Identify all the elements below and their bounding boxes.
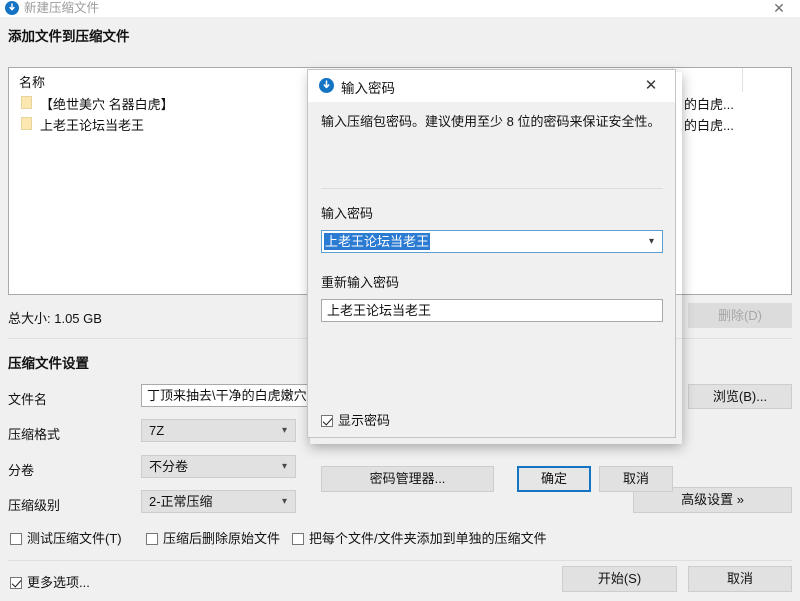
dialog-title-bar: 输入密码 ✕ [308, 70, 675, 102]
dialog-title: 输入密码 [341, 81, 395, 96]
archive-arrow-icon [319, 78, 334, 93]
volume-select-value: 不分卷 [149, 459, 189, 474]
title-bar: 新建压缩文件 ✕ [0, 0, 800, 18]
delete-button: 删除(D) [688, 303, 792, 328]
password-dialog: 输入密码 ✕ 输入压缩包密码。建议使用至少 8 位的密码来保证安全性。 输入密码… [307, 69, 676, 492]
column-header-name[interactable]: 名称 [19, 72, 45, 91]
chevron-down-icon: ▾ [281, 461, 287, 472]
filename-label: 文件名 [8, 392, 48, 407]
more-options-checkbox[interactable]: 更多选项... [10, 572, 90, 591]
file-name: 【绝世美穴 名器白虎】 [40, 97, 174, 112]
archive-arrow-icon [5, 1, 19, 15]
page-title: 添加文件到压缩文件 [8, 29, 130, 44]
show-password-label: 显示密码 [338, 413, 391, 428]
folder-icon [21, 96, 32, 109]
cancel-button[interactable]: 取消 [688, 566, 792, 592]
dialog-divider [321, 188, 663, 189]
chevron-down-icon[interactable]: ▾ [649, 231, 654, 252]
checkbox-box [146, 533, 158, 545]
file-name: 上老王论坛当老王 [40, 118, 145, 133]
checkbox-box [10, 533, 22, 545]
password-manager-button[interactable]: 密码管理器... [321, 466, 494, 492]
confirm-password-input[interactable]: 上老王论坛当老王 [321, 299, 663, 322]
level-label: 压缩级别 [8, 498, 61, 513]
show-password-checkbox[interactable]: 显示密码 [321, 410, 390, 429]
level-select-value: 2-正常压缩 [149, 494, 213, 509]
file-trailing-text: 的白虎... [684, 118, 734, 133]
format-select[interactable]: 7Z ▾ [141, 419, 296, 442]
divider [8, 560, 792, 561]
volume-select[interactable]: 不分卷 ▾ [141, 455, 296, 478]
header-band: 添加文件到压缩文件 [0, 17, 800, 50]
start-button[interactable]: 开始(S) [562, 566, 677, 592]
folder-icon [21, 117, 32, 130]
delete-after-checkbox[interactable]: 压缩后删除原始文件 [146, 528, 280, 547]
file-trailing-text: 的白虎... [684, 97, 734, 112]
window-close-button[interactable]: ✕ [758, 0, 800, 17]
window-title: 新建压缩文件 [24, 1, 100, 15]
checkbox-box [10, 577, 22, 589]
test-archive-label: 测试压缩文件(T) [27, 531, 122, 546]
checkbox-box [292, 533, 304, 545]
dialog-description: 输入压缩包密码。建议使用至少 8 位的密码来保证安全性。 [321, 114, 661, 129]
delete-after-label: 压缩后删除原始文件 [163, 531, 281, 546]
password-input[interactable]: 上老王论坛当老王 ▾ [321, 230, 663, 253]
more-options-label: 更多选项... [27, 575, 90, 590]
volume-label: 分卷 [8, 463, 35, 478]
level-select[interactable]: 2-正常压缩 ▾ [141, 490, 296, 513]
archive-creation-window: 新建压缩文件 ✕ 添加文件到压缩文件 名称 【绝世美穴 名器白虎】 的白虎...… [0, 0, 800, 601]
settings-section-title: 压缩文件设置 [8, 356, 89, 371]
separate-archives-checkbox[interactable]: 把每个文件/文件夹添加到单独的压缩文件 [292, 528, 547, 547]
chevron-down-icon: ▾ [281, 425, 287, 436]
dialog-close-button[interactable]: ✕ [631, 70, 671, 102]
checkbox-box [321, 415, 333, 427]
chevron-down-icon: ▾ [281, 496, 287, 507]
column-divider[interactable] [742, 68, 743, 92]
format-label: 压缩格式 [8, 427, 61, 442]
confirm-password-label: 重新输入密码 [321, 275, 400, 290]
separate-archives-label: 把每个文件/文件夹添加到单独的压缩文件 [309, 531, 547, 546]
password-input-value: 上老王论坛当老王 [324, 233, 431, 250]
test-archive-checkbox[interactable]: 测试压缩文件(T) [10, 528, 122, 547]
dialog-ok-button[interactable]: 确定 [517, 466, 591, 492]
total-size-label: 总大小: 1.05 GB [8, 311, 102, 326]
browse-button[interactable]: 浏览(B)... [688, 384, 792, 409]
password-label: 输入密码 [321, 206, 374, 221]
format-select-value: 7Z [149, 423, 165, 438]
dialog-cancel-button[interactable]: 取消 [599, 466, 673, 492]
